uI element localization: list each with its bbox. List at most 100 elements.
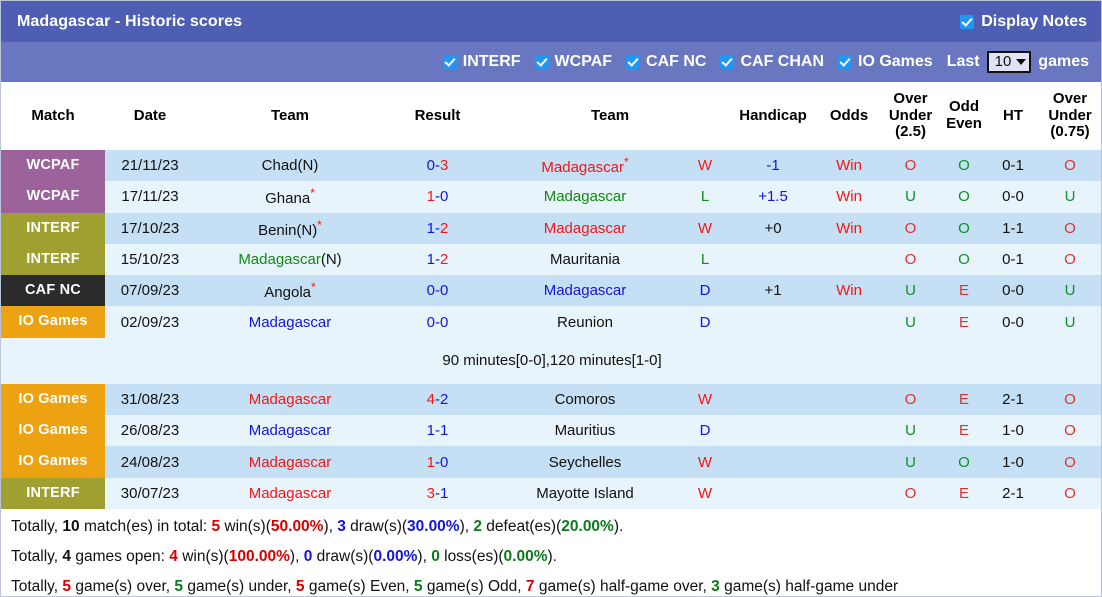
display-notes-toggle[interactable]: Display Notes — [960, 13, 1087, 31]
home-score: 1 — [426, 219, 435, 237]
col-handicap[interactable]: Handicap — [730, 82, 817, 150]
table-row[interactable]: WCPAF 17/11/23 Ghana* 1-0 Madagascar L +1.5 Win… — [1, 181, 1101, 213]
match-date: 17/10/23 — [105, 212, 195, 244]
odd-even-value: E — [939, 415, 990, 447]
match-type-cell: WCPAF — [1, 181, 105, 213]
away-team-name: Comoros — [554, 390, 616, 408]
filter-caf-nc[interactable]: CAF NC — [626, 53, 706, 71]
match-date: 30/07/23 — [105, 477, 195, 509]
checkbox-icon[interactable] — [442, 55, 457, 69]
filter-io-games[interactable]: IO Games — [838, 53, 933, 71]
home-team[interactable]: Angola* — [195, 275, 385, 307]
away-team-name: Mayotte Island — [536, 484, 634, 502]
checkbox-icon[interactable] — [720, 55, 735, 69]
match-type-cell: CAF NC — [1, 275, 105, 307]
home-team[interactable]: Madagascar — [195, 446, 385, 478]
away-team[interactable]: Madagascar — [490, 212, 680, 244]
away-team[interactable]: Madagascar — [490, 181, 680, 213]
home-team-name: Chad(N) — [261, 157, 319, 175]
filter-label: WCPAF — [554, 53, 613, 70]
away-team-name: Mauritania — [549, 251, 621, 269]
col-away-team[interactable]: Team — [490, 82, 731, 150]
summary-text: win(s)( — [220, 517, 271, 535]
home-team[interactable]: Madagascar — [195, 415, 385, 447]
table-row[interactable]: IO Games 24/08/23 Madagascar 1-0 Seychelles W… — [1, 446, 1101, 478]
col-match[interactable]: Match — [1, 82, 105, 150]
col-over-under-25[interactable]: Over Under (2.5) — [882, 82, 940, 150]
away-team[interactable]: Madagascar — [490, 275, 680, 307]
table-row[interactable]: IO Games 26/08/23 Madagascar 1-1 Mauritius D U… — [1, 415, 1101, 447]
odds-value — [816, 383, 883, 416]
summary-half-over: 7 — [525, 577, 535, 595]
away-team[interactable]: Mayotte Island — [490, 477, 680, 509]
checkbox-icon[interactable] — [534, 55, 549, 69]
match-result-score: 4-2 — [385, 383, 490, 416]
filter-caf-chan[interactable]: CAF CHAN — [720, 53, 824, 71]
home-team-name: Ghana — [265, 190, 311, 208]
away-team[interactable]: Comoros — [490, 383, 680, 416]
checkbox-icon[interactable] — [626, 55, 641, 69]
col-date[interactable]: Date — [105, 82, 195, 150]
summary-text: game(s) half-game over, — [534, 577, 712, 595]
over-under-075-value: U — [1037, 275, 1101, 307]
odds-value: Win — [816, 150, 883, 182]
away-team[interactable]: Reunion — [490, 306, 680, 338]
away-team-name: Mauritius — [554, 422, 616, 440]
table-row[interactable]: CAF NC 07/09/23 Angola* 0-0 Madagascar D +1 Win… — [1, 275, 1101, 307]
match-result-score: 0-0 — [385, 275, 490, 307]
col-ht[interactable]: HT — [989, 82, 1038, 150]
over-under-25-value: U — [882, 181, 940, 213]
summary-text: draw(s)( — [312, 547, 374, 565]
last-games-control: Last 10 games — [946, 50, 1089, 74]
away-score: 1 — [440, 422, 449, 440]
historic-scores-page: Madagascar - Historic scores Display Not… — [0, 0, 1102, 597]
last-label: Last — [946, 53, 980, 70]
away-team[interactable]: Mauritius — [490, 415, 680, 447]
table-row[interactable]: WCPAF 21/11/23 Chad(N) 0-3 Madagascar* W -1 Win… — [1, 150, 1101, 182]
filter-interf[interactable]: INTERF — [442, 53, 521, 71]
home-team[interactable]: Madagascar — [195, 383, 385, 416]
home-team[interactable]: Ghana* — [195, 181, 385, 213]
match-type-cell: INTERF — [1, 243, 105, 276]
col-odds[interactable]: Odds — [816, 82, 883, 150]
filter-wcpaf[interactable]: WCPAF — [534, 53, 613, 71]
odds-value — [816, 446, 883, 478]
last-games-select[interactable]: 10 — [986, 50, 1032, 74]
match-date: 26/08/23 — [105, 415, 195, 447]
checkbox-icon[interactable] — [838, 55, 852, 69]
home-team[interactable]: Madagascar — [195, 477, 385, 509]
col-home-team[interactable]: Team — [195, 82, 385, 150]
table-row[interactable]: INTERF 30/07/23 Madagascar 3-1 Mayotte Islan… — [1, 477, 1101, 509]
match-date: 17/11/23 — [105, 181, 195, 213]
home-team[interactable]: Madagascar — [195, 306, 385, 338]
home-score: 0 — [426, 313, 435, 331]
chevron-down-icon[interactable] — [1016, 59, 1027, 65]
half-time-score: 0-0 — [989, 306, 1038, 338]
table-row[interactable]: IO Games 02/09/23 Madagascar 0-0 Reunion D U E 0… — [1, 306, 1101, 338]
away-team[interactable]: Seychelles — [490, 446, 680, 478]
over-under-25-value: U — [882, 415, 940, 447]
over-under-25-value: U — [882, 306, 940, 338]
display-notes-checkbox-icon[interactable] — [960, 14, 975, 29]
col-over-under-075[interactable]: Over Under (0.75) — [1037, 82, 1101, 150]
home-team[interactable]: Chad(N) — [195, 150, 385, 182]
home-score: 1 — [426, 453, 435, 471]
odd-even-value: E — [939, 383, 990, 416]
table-row[interactable]: INTERF 17/10/23 Benin(N)* 1-2 Madagascar W +0 W… — [1, 212, 1101, 244]
table-row[interactable]: IO Games 31/08/23 Madagascar 4-2 Comoros W O E 2… — [1, 383, 1101, 416]
historic-scores-table: Match Date Team Result Team Handicap Odd… — [1, 82, 1101, 509]
col-odd-even[interactable]: Odd Even — [939, 82, 990, 150]
over-under-075-value: O — [1037, 446, 1101, 478]
away-team[interactable]: Madagascar* — [490, 150, 680, 182]
match-type-badge: CAF NC — [1, 275, 105, 307]
home-score: 4 — [426, 390, 435, 408]
col-result[interactable]: Result — [385, 82, 490, 150]
match-result-score: 1-0 — [385, 446, 490, 478]
home-team-name: Madagascar — [248, 484, 332, 502]
summary-text: game(s) Even, — [304, 577, 414, 595]
summary-open-draw-pct: 0.00% — [373, 547, 418, 565]
table-row[interactable]: INTERF 15/10/23 Madagascar(N) 1-2 Mauritania… — [1, 243, 1101, 276]
home-team[interactable]: Benin(N)* — [195, 212, 385, 244]
home-team[interactable]: Madagascar(N) — [195, 243, 385, 276]
away-team[interactable]: Mauritania — [490, 243, 680, 276]
